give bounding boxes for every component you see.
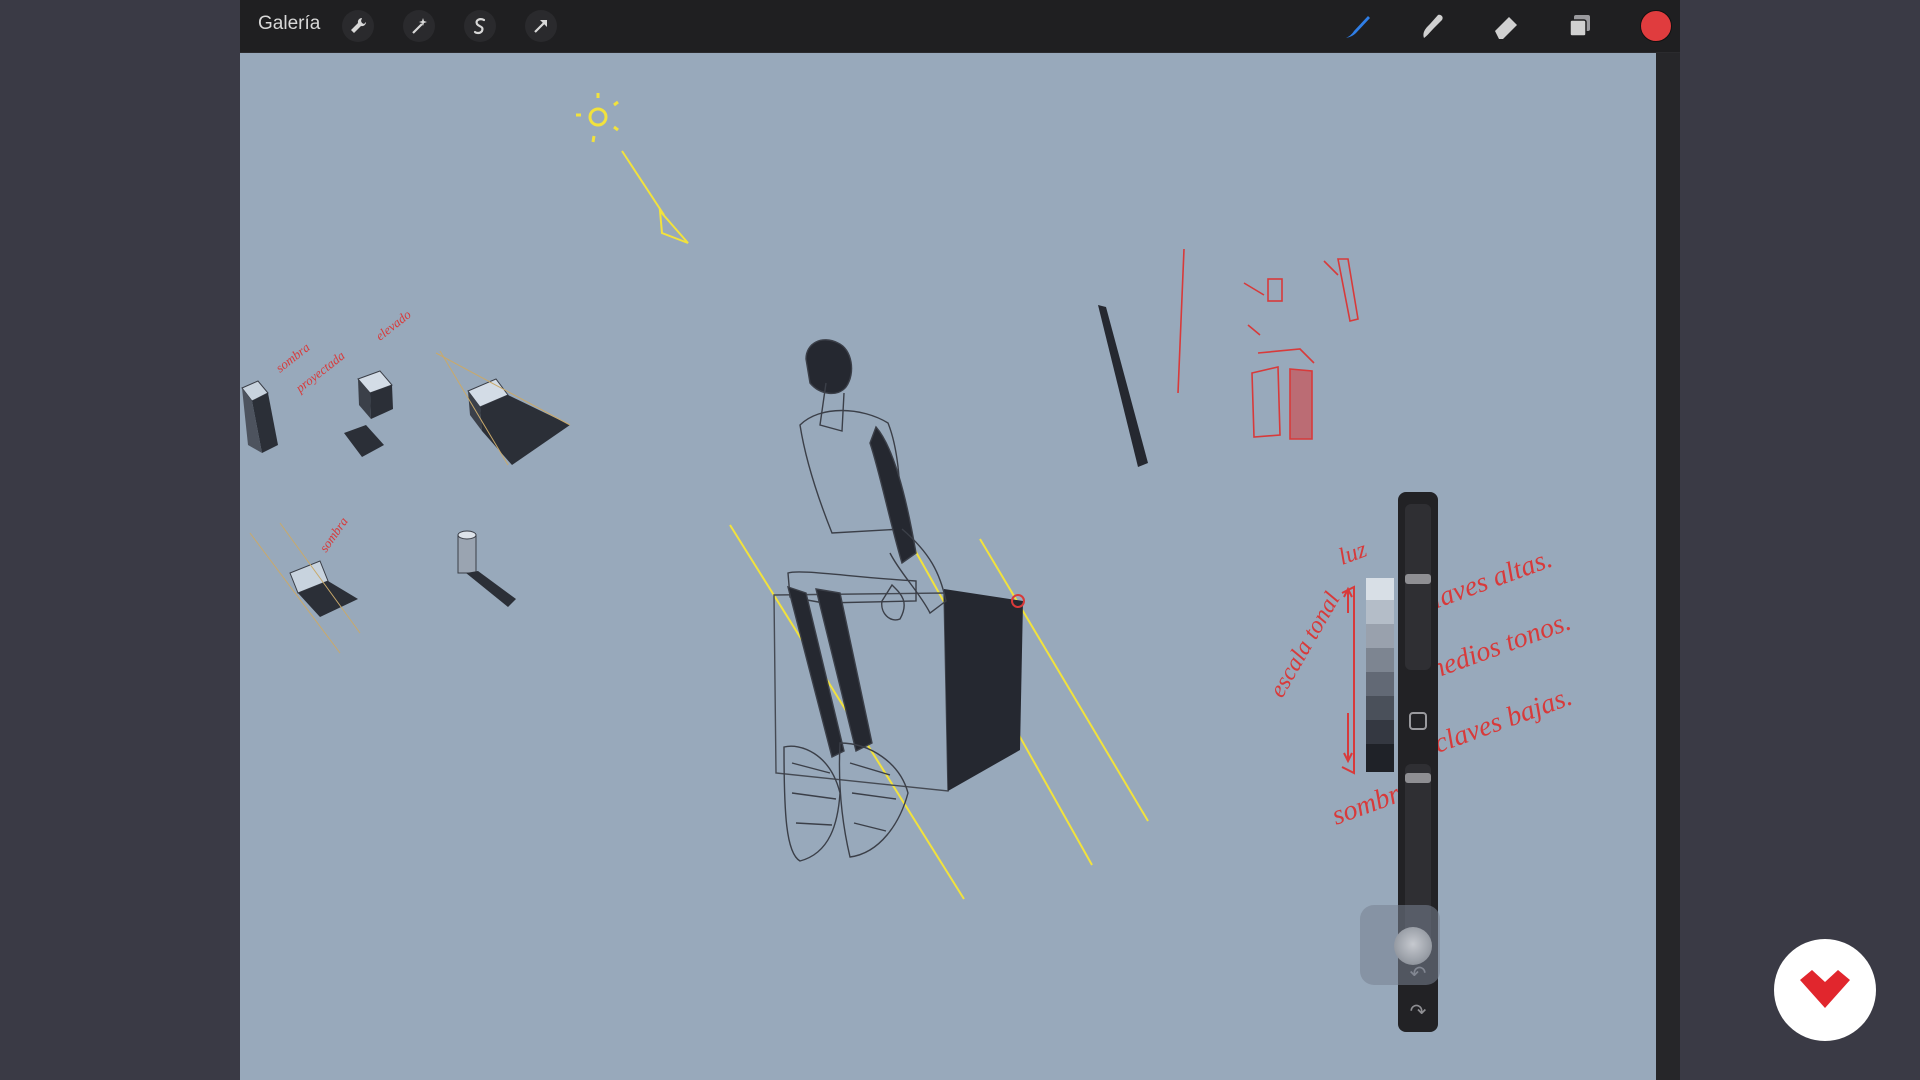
brush-icon[interactable]	[1340, 8, 1376, 44]
brand-logo-badge	[1774, 939, 1876, 1041]
svg-text:elevado: elevado	[373, 306, 414, 343]
wrench-icon[interactable]	[342, 10, 374, 42]
svg-text:claves bajas.: claves bajas.	[1430, 681, 1577, 760]
light-ray-lines	[729, 524, 1149, 900]
shape-study-cubes	[241, 350, 571, 654]
selection-s-icon[interactable]	[464, 10, 496, 42]
modify-button[interactable]	[1409, 712, 1427, 730]
light-direction-arrow	[621, 150, 689, 244]
layers-icon[interactable]	[1562, 8, 1598, 44]
color-picker-swatch[interactable]	[1640, 10, 1672, 42]
svg-text:escala tonal: escala tonal	[1265, 588, 1346, 702]
brush-size-thumb[interactable]	[1405, 574, 1431, 584]
procreate-app: Galería sombra proyectada elevado sombra…	[240, 0, 1680, 1080]
eraser-icon[interactable]	[1488, 8, 1524, 44]
red-annotations-left: sombra proyectada elevado sombra	[273, 306, 414, 554]
right-edge-strip	[1656, 53, 1680, 1080]
gallery-button[interactable]: Galería	[258, 13, 320, 35]
smudge-icon[interactable]	[1414, 8, 1450, 44]
long-stroke-mark	[1098, 305, 1148, 467]
redo-icon[interactable]: ↷	[1406, 1000, 1430, 1024]
svg-text:medios tonos.: medios tonos.	[1420, 606, 1575, 688]
top-toolbar: Galería	[240, 0, 1680, 53]
sun-icon	[576, 93, 619, 143]
brand-logo-icon	[1800, 970, 1850, 1008]
red-shape-sketches	[1243, 258, 1359, 440]
quick-menu-ring-icon	[1394, 927, 1432, 965]
svg-text:sombra: sombra	[316, 514, 351, 555]
transform-arrow-icon[interactable]	[525, 10, 557, 42]
brush-size-slider[interactable]	[1405, 504, 1431, 670]
quick-menu-button[interactable]	[1360, 905, 1440, 985]
svg-text:sombra: sombra	[273, 339, 313, 375]
drawing-canvas[interactable]: sombra proyectada elevado sombra escala …	[240, 53, 1656, 1080]
magic-wand-icon[interactable]	[403, 10, 435, 42]
red-vertical-line	[1177, 248, 1185, 394]
opacity-thumb[interactable]	[1405, 773, 1431, 783]
svg-text:luz: luz	[1335, 536, 1371, 570]
